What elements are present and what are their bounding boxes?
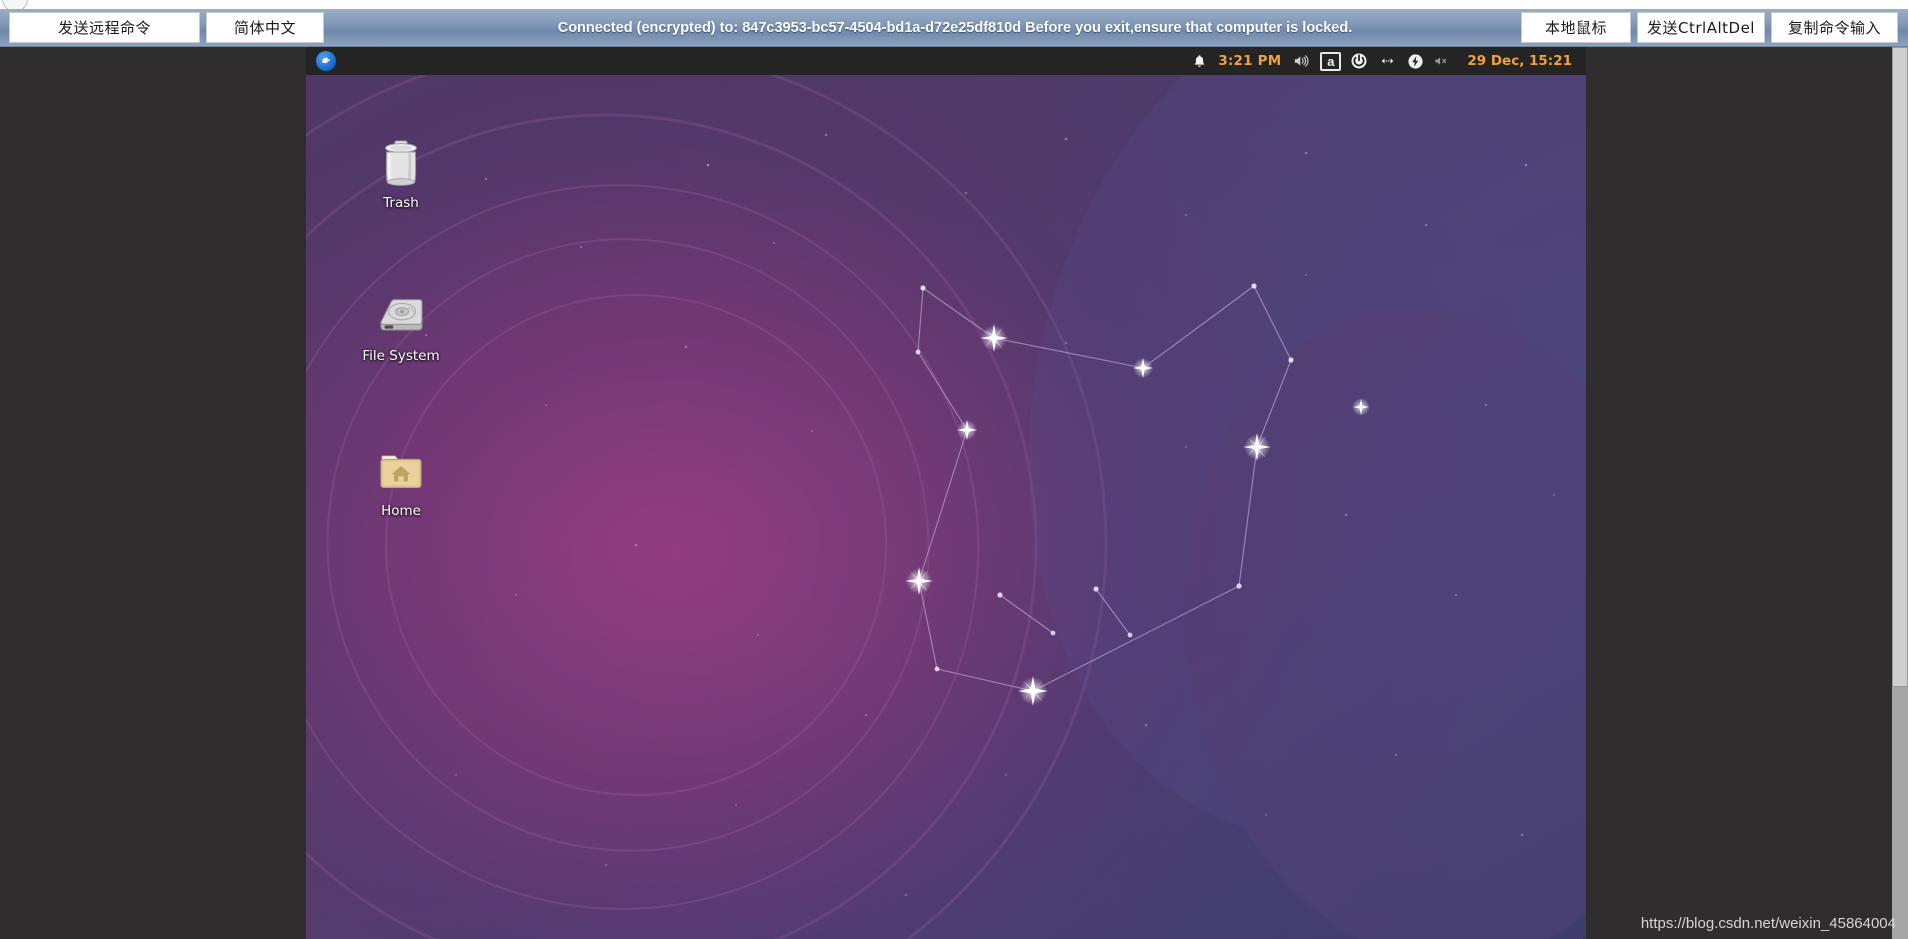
send-remote-command-button[interactable]: 发送远程命令 [9,12,200,43]
watermark-label: https://blog.csdn.net/weixin_45864004 [1640,915,1896,932]
volume-speaker-on-icon[interactable] [1287,47,1316,75]
language-button[interactable]: 简体中文 [206,12,324,43]
power-icon[interactable] [1345,47,1373,75]
copy-command-input-label: 复制命令输入 [1787,19,1881,37]
send-ctrl-alt-del-button[interactable]: 发送CtrlAltDel [1637,12,1765,43]
connection-status-text: Connected (encrypted) to: 847c3953-bc57-… [430,9,1480,47]
keyboard-layout-label: a [1327,53,1335,69]
send-ctrl-alt-del-label: 发送CtrlAltDel [1647,19,1755,37]
vnc-remote-screen[interactable]: 3:21 PM a 29 Dec, 15:21 Trash File Syste… [306,47,1586,939]
desktop-icon-trash[interactable]: Trash [353,137,449,211]
clock-time-label: 3:21 PM [1218,53,1282,69]
volume-muted-icon[interactable] [1429,47,1455,75]
xfce-top-panel: 3:21 PM a 29 Dec, 15:21 [306,47,1586,75]
copy-command-input-button[interactable]: 复制命令输入 [1771,12,1898,43]
notification-bell-icon[interactable] [1187,47,1212,75]
home-folder-icon [375,445,427,497]
clock-date-label: 29 Dec, 15:21 [1467,53,1572,69]
panel-clock-time[interactable]: 3:21 PM [1212,47,1287,75]
desktop-icon-home-label: Home [381,503,421,519]
vnc-viewer-body: 3:21 PM a 29 Dec, 15:21 Trash File Syste… [0,47,1908,939]
vnc-toolbar: 发送远程命令 简体中文 Connected (encrypted) to: 84… [0,9,1908,47]
desktop-icon-file-system-label: File System [362,348,440,364]
panel-clock-date[interactable]: 29 Dec, 15:21 [1455,53,1586,69]
scrollbar-thumb[interactable] [1892,47,1908,687]
desktop-icon-trash-label: Trash [383,195,419,211]
vertical-scrollbar[interactable]: ▲ [1892,47,1908,939]
trash-icon [375,137,427,189]
browser-page: 发送远程命令 简体中文 Connected (encrypted) to: 84… [0,0,1908,939]
keyboard-layout-icon[interactable]: a [1320,51,1342,71]
hard-drive-icon [375,290,427,342]
desktop-wallpaper[interactable]: Trash File System Home [306,75,1586,939]
network-icon[interactable] [1373,47,1402,75]
constellation-wallpaper-art [306,75,1586,939]
connection-status-label: Connected (encrypted) to: 847c3953-bc57-… [557,20,1353,36]
send-remote-command-label: 发送远程命令 [57,19,151,37]
language-label: 简体中文 [233,19,296,37]
xfce-mouse-icon[interactable] [316,51,336,71]
desktop-icon-file-system[interactable]: File System [353,290,449,364]
window-top-strip [0,0,1908,12]
battery-bolt-icon[interactable] [1402,47,1429,75]
local-mouse-label: 本地鼠标 [1544,19,1607,37]
desktop-icon-home[interactable]: Home [353,445,449,519]
watermark: https://blog.csdn.net/weixin_45864004 [1641,915,1896,932]
local-mouse-button[interactable]: 本地鼠标 [1521,12,1631,43]
